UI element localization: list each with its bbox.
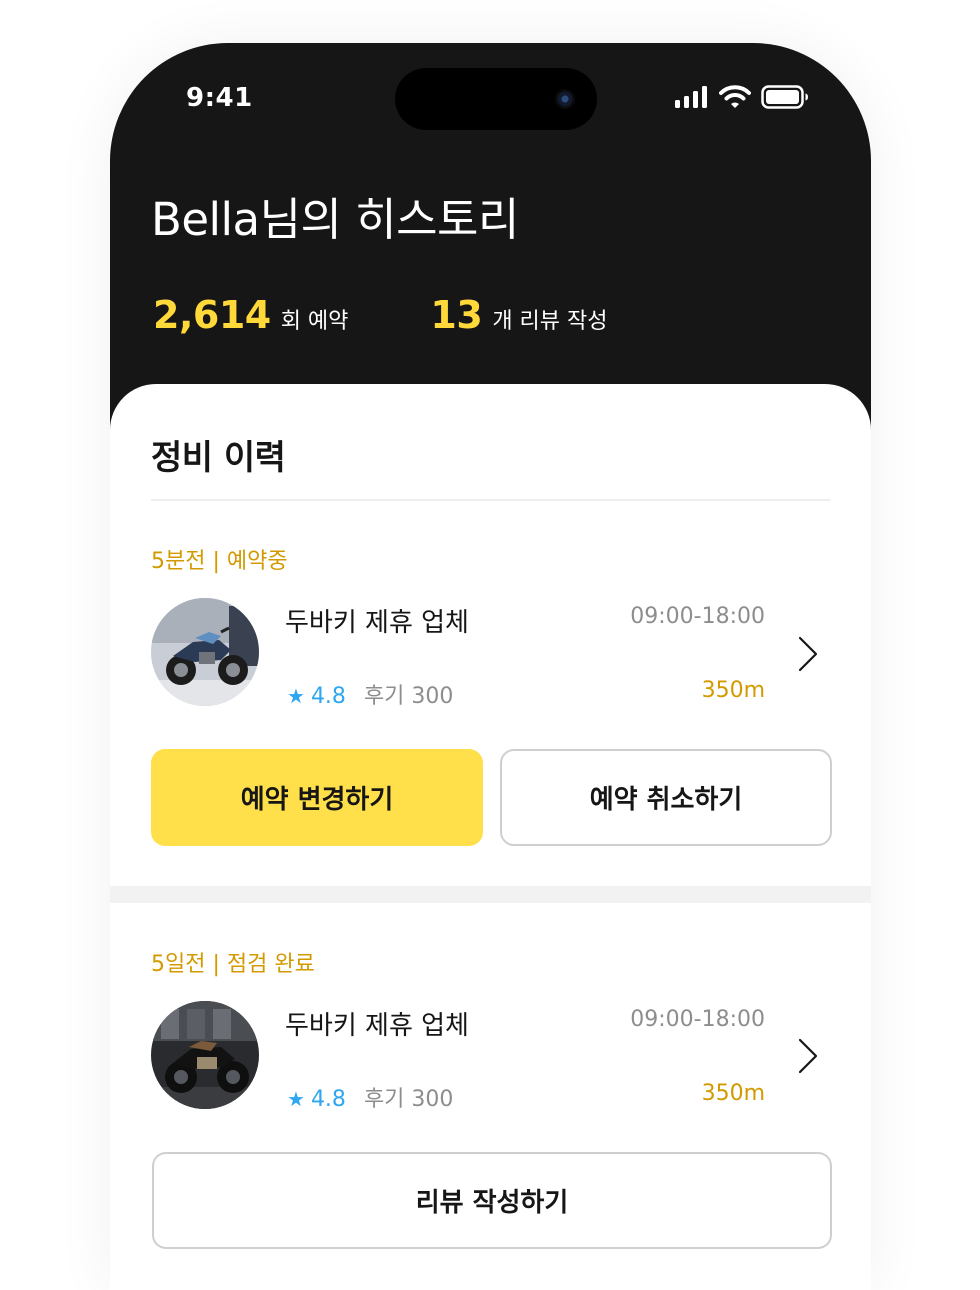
star-icon: ★ — [287, 1087, 305, 1111]
cancel-reservation-button[interactable]: 예약 취소하기 — [500, 749, 832, 846]
review-count: 13 — [430, 293, 483, 337]
phone-frame: 9:41 Bella님의 히스토리 2,614 회 예약 13 개 리뷰 작성 … — [110, 43, 871, 1290]
wifi-icon — [719, 85, 751, 108]
change-reservation-button[interactable]: 예약 변경하기 — [151, 749, 483, 846]
shop-distance: 350m — [701, 1081, 765, 1106]
shop-photo[interactable] — [151, 598, 259, 706]
status-icons — [675, 85, 809, 109]
review-stat: 13 개 리뷰 작성 — [430, 293, 607, 337]
review-label: 개 리뷰 작성 — [492, 309, 608, 334]
motorcycle-image — [151, 598, 259, 706]
camera-icon — [555, 89, 575, 109]
write-review-button[interactable]: 리뷰 작성하기 — [152, 1152, 832, 1249]
star-icon: ★ — [287, 684, 305, 708]
shop-name: 두바키 제휴 업체 — [285, 1011, 469, 1041]
shop-name: 두바키 제휴 업체 — [285, 608, 469, 638]
header-area: 9:41 Bella님의 히스토리 2,614 회 예약 13 개 리뷰 작성 — [110, 43, 871, 443]
dynamic-island — [395, 68, 597, 130]
reservation-count: 2,614 — [153, 293, 271, 337]
review-count-label: 후기 300 — [363, 1087, 454, 1112]
divider — [151, 499, 830, 501]
history-card-completed: 5일전 | 점검 완료 두바키 제휴 업체 09:00-18:00 ★ 4.8 … — [110, 903, 871, 1290]
rating-score: 4.8 — [310, 684, 346, 709]
business-hours: 09:00-18:00 — [630, 604, 765, 629]
section-title: 정비 이력 — [151, 438, 286, 478]
history-status: 5분전 | 예약중 — [151, 549, 288, 574]
shop-rating: ★ 4.8 후기 300 — [287, 678, 453, 710]
chevron-right-icon[interactable] — [796, 634, 820, 674]
review-count-label: 후기 300 — [363, 684, 454, 709]
business-hours: 09:00-18:00 — [630, 1007, 765, 1032]
signal-icon — [675, 86, 707, 108]
history-card-reserved: 정비 이력 5분전 | 예약중 두바키 제휴 업체 09:00-18:00 ★ … — [110, 384, 871, 886]
page-title: Bella님의 히스토리 — [151, 193, 519, 246]
motorcycle-image — [151, 1001, 259, 1109]
reservation-label: 회 예약 — [280, 309, 349, 334]
chevron-right-icon[interactable] — [796, 1036, 820, 1076]
status-time: 9:41 — [186, 83, 253, 113]
history-stats: 2,614 회 예약 13 개 리뷰 작성 — [153, 293, 608, 337]
rating-score: 4.8 — [310, 1087, 346, 1112]
shop-distance: 350m — [701, 678, 765, 703]
history-status: 5일전 | 점검 완료 — [151, 952, 315, 977]
shop-rating: ★ 4.8 후기 300 — [287, 1081, 453, 1113]
reservation-stat: 2,614 회 예약 — [153, 293, 348, 337]
battery-icon — [761, 85, 808, 109]
shop-photo[interactable] — [151, 1001, 259, 1109]
